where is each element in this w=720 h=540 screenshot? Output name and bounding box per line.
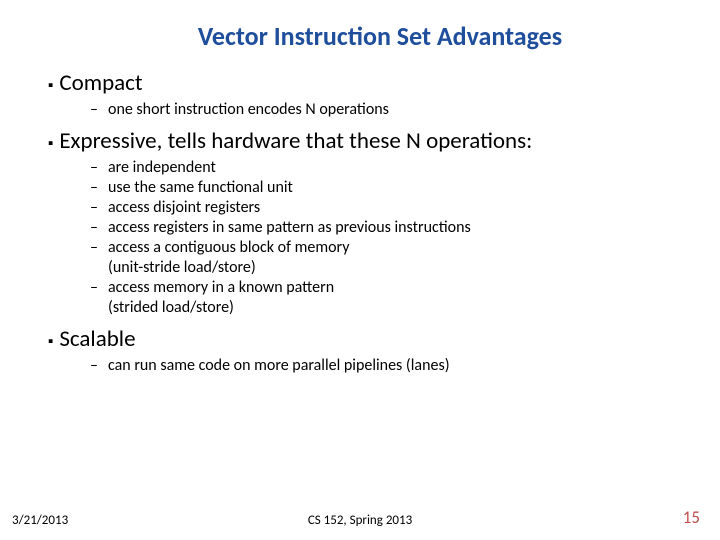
sub-list-scalable: – can run same code on more parallel pip… — [90, 356, 680, 376]
slide-footer: 3/21/2013 CS 152, Spring 2013 15 — [0, 507, 720, 528]
sub-list-compact: – one short instruction encodes N operat… — [90, 100, 680, 120]
bullet-label: Expressive, tells hardware that these N … — [59, 128, 532, 156]
dash-bullet-icon: – — [90, 238, 101, 258]
bullet-label: Scalable — [59, 326, 135, 354]
dash-bullet-icon: – — [90, 100, 101, 120]
sub-text: access registers in same pattern as prev… — [108, 218, 471, 238]
sub-text: can run same code on more parallel pipel… — [108, 356, 450, 376]
sub-text-paren: (strided load/store) — [108, 298, 334, 318]
bullet-label: Compact — [59, 70, 142, 98]
footer-page-number: 15 — [683, 507, 700, 528]
slide-title: Vector Instruction Set Advantages — [80, 20, 680, 52]
dash-bullet-icon: – — [90, 278, 101, 298]
sub-item: – access a contiguous block of memory (u… — [90, 238, 680, 278]
sub-item: – access disjoint registers — [90, 198, 680, 218]
square-bullet-icon: ▪ — [48, 132, 53, 156]
sub-item: – can run same code on more parallel pip… — [90, 356, 680, 376]
sub-text: use the same functional unit — [108, 178, 293, 198]
footer-date: 3/21/2013 — [12, 513, 68, 528]
sub-item: – access memory in a known pattern (stri… — [90, 278, 680, 318]
sub-text: are independent — [108, 158, 216, 178]
sub-text: one short instruction encodes N operatio… — [108, 100, 389, 120]
sub-item: – are independent — [90, 158, 680, 178]
dash-bullet-icon: – — [90, 198, 101, 218]
sub-text-group: access a contiguous block of memory (uni… — [108, 238, 349, 278]
bullet-expressive: ▪ Expressive, tells hardware that these … — [48, 128, 680, 156]
slide-content: ▪ Compact – one short instruction encode… — [40, 70, 680, 376]
sub-list-expressive: – are independent – use the same functio… — [90, 158, 680, 318]
bullet-compact: ▪ Compact — [48, 70, 680, 98]
bullet-scalable: ▪ Scalable — [48, 326, 680, 354]
sub-item: – one short instruction encodes N operat… — [90, 100, 680, 120]
sub-text: access a contiguous block of memory — [108, 238, 349, 258]
dash-bullet-icon: – — [90, 218, 101, 238]
slide: Vector Instruction Set Advantages ▪ Comp… — [0, 0, 720, 540]
dash-bullet-icon: – — [90, 158, 101, 178]
sub-item: – use the same functional unit — [90, 178, 680, 198]
footer-center: CS 152, Spring 2013 — [308, 513, 412, 528]
sub-item: – access registers in same pattern as pr… — [90, 218, 680, 238]
dash-bullet-icon: – — [90, 178, 101, 198]
sub-text-group: access memory in a known pattern (stride… — [108, 278, 334, 318]
square-bullet-icon: ▪ — [48, 74, 53, 98]
sub-text: access disjoint registers — [108, 198, 260, 218]
sub-text: access memory in a known pattern — [108, 278, 334, 298]
dash-bullet-icon: – — [90, 356, 101, 376]
sub-text-paren: (unit-stride load/store) — [108, 258, 349, 278]
square-bullet-icon: ▪ — [48, 330, 53, 354]
